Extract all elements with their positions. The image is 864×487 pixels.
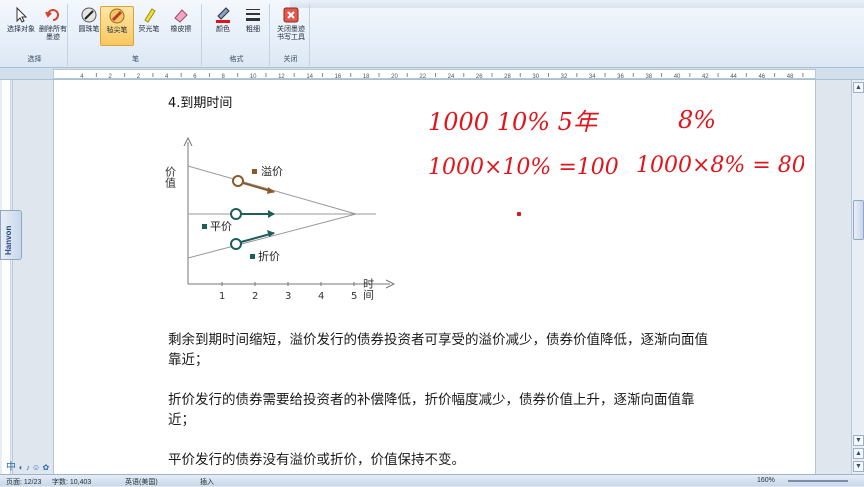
group-format: 颜色 粗细 格式: [204, 4, 270, 66]
scroll-down-button[interactable]: ▼: [853, 435, 864, 446]
x-axis-label: 时间: [362, 278, 375, 301]
paragraph-premium: 剩余到期时间缩短，溢价发行的债券投资者可享受的溢价减少，债券价值降低，逐渐向面值…: [168, 332, 708, 368]
premium-point: [232, 175, 244, 187]
premium-label: 溢价: [261, 164, 283, 178]
group-pens-name: 笔: [132, 56, 139, 63]
group-select-name: 选择: [27, 56, 42, 63]
highlighter-icon: [144, 8, 156, 23]
close-icon: [283, 7, 299, 23]
select-objects-button[interactable]: 选择对象: [4, 6, 38, 46]
group-close: 关闭墨迹书写工具 关闭: [272, 4, 310, 66]
line-weight-icon: [246, 9, 260, 21]
left-gutter: [0, 80, 13, 474]
highlighter-button[interactable]: 荧光笔: [132, 6, 166, 46]
par-arrowhead: [268, 210, 275, 218]
zoom-level[interactable]: 160%: [757, 477, 775, 484]
x-tick-group: 1 2 3 4 5: [219, 282, 357, 302]
x-tick-1: 1: [219, 291, 225, 302]
delete-all-ink-button[interactable]: 删除所有墨迹: [36, 6, 70, 46]
pen-color-icon: [216, 7, 230, 23]
close-ink-tools-button[interactable]: 关闭墨迹书写工具: [274, 6, 308, 46]
x-tick-5: 5: [351, 291, 357, 302]
zoom-slider[interactable]: [788, 480, 848, 482]
thickness-button[interactable]: 粗细: [236, 6, 270, 46]
undo-eraser-icon: [45, 9, 59, 21]
x-tick-3: 3: [285, 291, 291, 302]
group-format-name: 格式: [229, 56, 244, 63]
paragraph-par: 平价发行的债券没有溢价或折价，价值保持不变。: [168, 452, 465, 468]
hanvon-label: Hanvon: [4, 225, 13, 255]
vertical-ruler[interactable]: [2, 80, 11, 474]
horizontal-ruler[interactable]: 4 2 2 4 6 8 10 12 14 16 18 20 22 24 26 28 30 32 34 36 38 40 42…: [0, 68, 864, 80]
delete-all-ink-label: 删除所有墨迹: [39, 26, 67, 41]
felt-tip-pen-icon: [109, 8, 125, 24]
vertical-scrollbar[interactable]: ▲ ▼ ▲ ▼: [851, 80, 864, 474]
eraser-button[interactable]: 橡皮擦: [164, 6, 198, 46]
discount-point: [230, 238, 242, 250]
y-axis-label: 价值: [164, 166, 177, 189]
ink-ribbon: 选择对象 删除所有墨迹 选择 圆珠笔 毡尖笔 荧光笔 橡皮擦 笔 颜色 粗细 格…: [0, 0, 864, 68]
premium-marker: [252, 169, 257, 174]
prev-page-button[interactable]: ▲: [853, 448, 864, 459]
felt-tip-pen-button[interactable]: 毡尖笔: [100, 6, 134, 46]
group-select: 选择对象 删除所有墨迹 选择: [2, 4, 68, 66]
ime-icons: ◐ ♪ ☺ ✿: [18, 463, 50, 472]
eraser-icon: [174, 9, 188, 23]
ruler-scale: 4 2 2 4 6 8 10 12 14 16 18 20 22 24 26 28 30 32 34 36 38 40 42…: [53, 69, 816, 80]
thickness-label: 粗细: [246, 26, 260, 33]
ballpoint-pen-label: 圆珠笔: [78, 26, 100, 33]
group-close-name: 关闭: [283, 56, 298, 63]
eraser-label: 橡皮擦: [170, 26, 192, 33]
handwriting-line1-left: 1000 10% 5年: [428, 108, 600, 136]
ribbon-tabstrip: [290, 0, 864, 8]
group-pens: 圆珠笔 毡尖笔 荧光笔 橡皮擦 笔: [70, 4, 202, 66]
section-heading: 4.到期时间: [168, 96, 233, 111]
x-tick-4: 4: [318, 291, 324, 302]
next-page-button[interactable]: ▼: [853, 461, 864, 472]
felt-tip-pen-label: 毡尖笔: [106, 27, 128, 34]
discount-marker: [250, 254, 255, 259]
bond-value-figure: 价值 时间 1 2 3 4 5 溢价 平价 折价: [164, 136, 396, 302]
par-marker: [202, 224, 207, 229]
handwriting-line2-right: 1000×8% = 80: [636, 153, 804, 178]
scroll-thumb[interactable]: [853, 200, 864, 240]
status-bar: 页面: 12/23 字数: 10,403 英语(美国) 插入 160%: [0, 474, 864, 486]
ballpoint-pen-icon: [81, 7, 97, 23]
close-ink-tools-label: 关闭墨迹书写工具: [277, 26, 305, 41]
paragraph-discount: 折价发行的债券需要给投资者的补偿降低，折价幅度减少，债券价值上升，逐渐向面值靠近…: [168, 392, 695, 428]
scroll-up-button[interactable]: ▲: [853, 82, 864, 93]
select-objects-label: 选择对象: [7, 26, 35, 33]
par-label: 平价: [210, 220, 232, 233]
ruler-ticks: 4 2 2 4 6 8 10 12 14 16 18 20 22 24 26 28 30 32 34 36 38 40 42…: [80, 73, 804, 80]
x-tick-2: 2: [252, 291, 258, 302]
ime-toolbar[interactable]: 中 ◐ ♪ ☺ ✿: [6, 458, 84, 473]
document-page[interactable]: 4.到期时间 价值 时间 1 2 3 4 5 溢价 平价 折价 1000 10%…: [53, 80, 816, 474]
par-point: [230, 208, 242, 220]
cursor-arrow-icon: [16, 6, 28, 23]
discount-label: 折价: [258, 249, 280, 263]
ime-mode-label[interactable]: 中: [6, 462, 16, 473]
handwriting-layer: 1000 10% 5年 8% 1000×10% =100 1000×8% = 8…: [428, 106, 804, 180]
handwriting-line1-right: 8%: [678, 106, 716, 134]
handwriting-line2-left: 1000×10% =100: [428, 155, 619, 180]
color-label: 颜色: [216, 26, 230, 33]
ink-dot: [517, 212, 521, 216]
hanvon-side-tab[interactable]: Hanvon: [0, 210, 22, 260]
color-button[interactable]: 颜色: [206, 6, 240, 46]
highlighter-label: 荧光笔: [138, 26, 160, 33]
